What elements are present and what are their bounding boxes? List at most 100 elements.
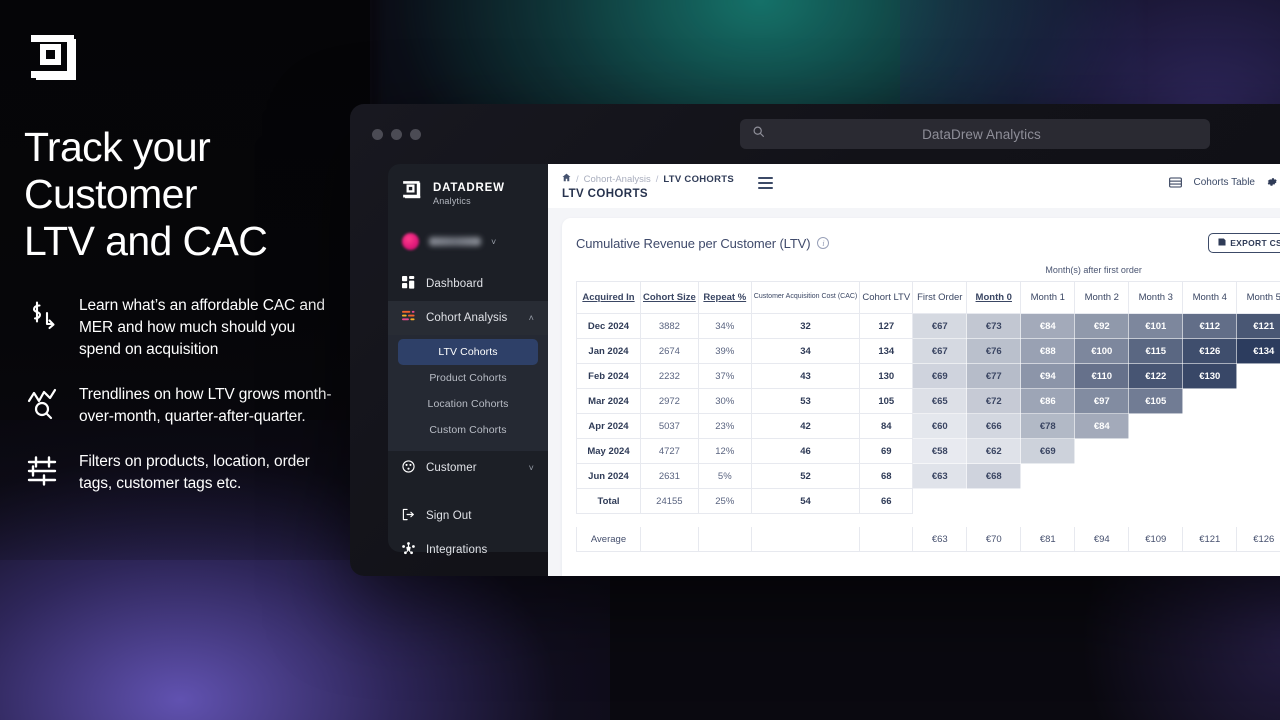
cell-cac: 52 — [750, 463, 861, 489]
cell-ltv: 130 — [859, 363, 914, 389]
cell-month-5 — [1182, 488, 1238, 514]
table-head: Acquired In Cohort Size Repeat % Custome… — [576, 281, 1280, 314]
sidebar-item-sign-out[interactable]: Sign Out — [388, 499, 548, 533]
save-disk-icon — [1218, 238, 1226, 248]
sidebar-item-ltv-cohorts[interactable]: LTV Cohorts — [398, 339, 538, 365]
cell-size: 2232 — [640, 363, 699, 389]
table-row[interactable]: May 2024 4727 12% 46 69 €58 €62 €69 — [576, 438, 1280, 464]
col-first-order[interactable]: First Order — [912, 281, 968, 314]
table-row[interactable]: Dec 2024 3882 34% 32 127 €67 €73 €84 €92 €101 €112… — [576, 313, 1280, 339]
sidebar-item-product-cohorts[interactable]: Product Cohorts — [398, 365, 538, 391]
table-spacer-row — [576, 513, 1280, 527]
cell-cac: 53 — [750, 388, 861, 414]
minimize-dot[interactable] — [391, 128, 402, 140]
col-month-4[interactable]: Month 4 — [1182, 281, 1238, 314]
sidebar-brand[interactable]: DATADREW Analytics — [388, 180, 548, 220]
col-month-0[interactable]: Month 0 — [966, 281, 1022, 314]
sidebar-item-label: Sign Out — [426, 510, 472, 522]
cell-month-2: €88 — [1020, 338, 1076, 364]
cell-month-1: €76 — [966, 338, 1022, 364]
sidebar-item-location-cohorts[interactable]: Location Cohorts — [398, 391, 538, 417]
cell-month-3 — [1074, 488, 1130, 514]
url-bar[interactable]: DataDrew Analytics — [740, 119, 1210, 149]
col-cohort-size[interactable]: Cohort Size — [640, 281, 699, 314]
sidebar-item-customer[interactable]: Customer ˅ — [388, 451, 548, 485]
table-body: Dec 2024 3882 34% 32 127 €67 €73 €84 €92 €101 €112… — [576, 313, 1280, 552]
col-month-5[interactable]: Month 5 — [1236, 281, 1280, 314]
table-row[interactable]: Jan 2024 2674 39% 34 134 €67 €76 €88 €100 €115 €12… — [576, 338, 1280, 364]
table-row[interactable]: Mar 2024 2972 30% 53 105 €65 €72 €86 €97 €105 — [576, 388, 1280, 414]
col-month-2[interactable]: Month 2 — [1074, 281, 1130, 314]
table-row[interactable]: Apr 2024 5037 23% 42 84 €60 €66 €78 €84 — [576, 413, 1280, 439]
cell-month-6 — [1236, 463, 1280, 489]
customer-globe-icon — [402, 460, 415, 476]
col-month-3[interactable]: Month 3 — [1128, 281, 1184, 314]
table-icon[interactable] — [1169, 177, 1183, 188]
headline-line-2: Customer — [24, 171, 198, 218]
datadrew-monogram-icon — [28, 32, 86, 90]
cell-month-4 — [1128, 463, 1184, 489]
cell-repeat: 39% — [697, 338, 752, 364]
cell-month-5: €126 — [1182, 338, 1238, 364]
cohorts-table-label[interactable]: Cohorts Table — [1193, 177, 1255, 188]
cell-month-6 — [1236, 488, 1280, 514]
sidebar-item-label: Integrations — [426, 544, 488, 556]
content-area: Cumulative Revenue per Customer (LTV) i … — [548, 208, 1280, 576]
gear-icon[interactable] — [1266, 176, 1278, 188]
table-row[interactable]: Jun 2024 2631 5% 52 68 €63 €68 — [576, 463, 1280, 489]
feature-text: Filters on products, location, order tag… — [79, 453, 310, 493]
cell-month-3: €110 — [1074, 363, 1130, 389]
browser-chrome-bar: DataDrew Analytics — [350, 104, 1280, 164]
cell-month-3: €84 — [1074, 413, 1130, 439]
breadcrumb-item-cohort-analysis[interactable]: Cohort-Analysis — [584, 174, 651, 185]
cell-month-2: €94 — [1020, 363, 1076, 389]
col-repeat-pct[interactable]: Repeat % — [697, 281, 752, 314]
cell-month-0 — [912, 488, 968, 514]
feature-text: Trendlines on how LTV grows month-over-m… — [79, 386, 332, 426]
cell-month-5 — [1182, 438, 1238, 464]
cell-month-4 — [1128, 413, 1184, 439]
sidebar-item-custom-cohorts[interactable]: Custom Cohorts — [398, 417, 538, 443]
month-span-label: Month(s) after first order — [1045, 265, 1142, 275]
cell-month-6: €134 — [1236, 338, 1280, 364]
topbar-actions: Cohorts Table — [1169, 173, 1280, 188]
ltv-cohort-table: Acquired In Cohort Size Repeat % Custome… — [576, 281, 1280, 552]
cell-acquired: Apr 2024 — [576, 413, 641, 439]
table-average-row: Average€63€70€81€94€109€121€126€127 — [576, 526, 1280, 552]
cell-cac: 32 — [750, 313, 861, 339]
cell-month-4: €105 — [1128, 388, 1184, 414]
table-row[interactable]: Total 24155 25% 54 66 — [576, 488, 1280, 514]
info-icon[interactable]: i — [817, 237, 830, 249]
hamburger-menu-icon[interactable] — [758, 177, 774, 189]
col-acquired-in[interactable]: Acquired In — [576, 281, 641, 314]
table-row[interactable]: Feb 2024 2232 37% 43 130 €69 €77 €94 €110 €122 €13… — [576, 363, 1280, 389]
cohort-analysis-submenu: LTV Cohorts Product Cohorts Location Coh… — [388, 335, 548, 451]
brand-name: DATADREW — [433, 182, 505, 195]
col-month-1[interactable]: Month 1 — [1020, 281, 1076, 314]
cell-month-0: €58 — [912, 438, 968, 464]
sidebar-item-dashboard[interactable]: Dashboard — [388, 267, 548, 301]
breadcrumb-item-ltv-cohorts: LTV COHORTS — [663, 173, 735, 185]
cell-average-month-2: €81 — [1020, 526, 1076, 552]
feature-item: Learn what’s an affordable CAC and MER a… — [24, 295, 336, 361]
integrations-star-icon — [402, 542, 415, 558]
page-title: LTV COHORTS — [562, 188, 648, 200]
maximize-dot[interactable] — [410, 128, 421, 140]
cell-month-4: €115 — [1128, 338, 1184, 364]
sidebar-item-integrations[interactable]: Integrations — [388, 533, 548, 567]
close-dot[interactable] — [372, 128, 383, 140]
export-csv-button[interactable]: EXPORT CSV — [1208, 233, 1280, 253]
feature-item: Trendlines on how LTV grows month-over-m… — [24, 384, 336, 428]
home-icon[interactable] — [562, 173, 571, 185]
brand-subtitle: Analytics — [433, 195, 471, 206]
account-switcher[interactable]: ˅ — [388, 220, 548, 263]
main-pane: / Cohort-Analysis / LTV COHORTS LTV COHO… — [548, 164, 1280, 576]
cell-month-1 — [966, 488, 1022, 514]
chevron-down-icon: ˅ — [491, 236, 497, 247]
col-cohort-ltv[interactable]: Cohort LTV — [859, 281, 914, 314]
cell-cac: 46 — [750, 438, 861, 464]
cell-ltv: 84 — [859, 413, 914, 439]
sidebar-item-cohort-analysis[interactable]: Cohort Analysis ˄ — [388, 301, 548, 335]
col-cac[interactable]: Customer Acquisition Cost (CAC) — [750, 281, 861, 314]
account-name-redacted — [429, 237, 481, 246]
